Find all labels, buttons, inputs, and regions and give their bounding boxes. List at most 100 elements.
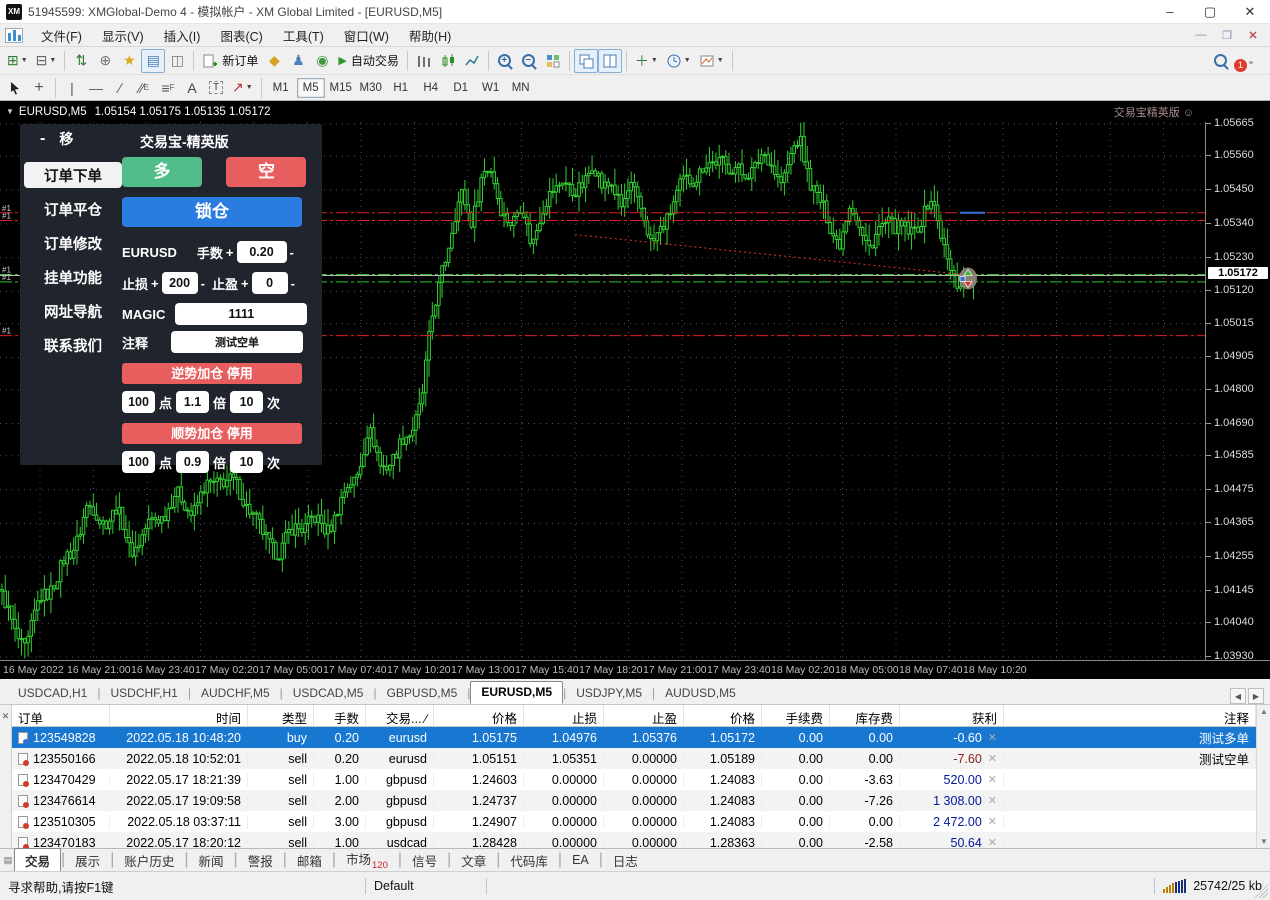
panel-menu-5[interactable]: 联系我们 [24, 332, 122, 358]
terminal-close-button[interactable]: ✕ [0, 705, 11, 722]
status-profile[interactable]: Default [366, 876, 486, 896]
lots-minus-button[interactable]: - [287, 245, 297, 260]
order-row[interactable]: 1234766142022.05.17 19:09:58sell2.00gbpu… [12, 790, 1256, 811]
trendline-button[interactable]: ∕ [108, 76, 132, 100]
timeframe-m15[interactable]: M15 [327, 78, 355, 98]
chart-minimize-button[interactable]: — [1188, 26, 1214, 44]
timeframe-m30[interactable]: M30 [357, 78, 385, 98]
chart-area[interactable]: ▼ EURUSD,M5 1.05154 1.05175 1.05135 1.05… [0, 101, 1270, 679]
order-row[interactable]: 1234701832022.05.17 18:20:12sell1.00usdc… [12, 832, 1256, 848]
arrange-button[interactable] [598, 49, 622, 73]
panel-menu-3[interactable]: 挂单功能 [24, 264, 122, 290]
terminal-scrollbar[interactable]: ▲ ▼ [1256, 705, 1270, 848]
hline-button[interactable]: — [84, 76, 108, 100]
vline-button[interactable]: | [60, 76, 84, 100]
close-order-icon[interactable]: ✕ [988, 731, 997, 744]
chart-tab-audusd-m5[interactable]: AUDUSD,M5 [655, 683, 746, 704]
timeframe-m5[interactable]: M5 [297, 78, 325, 98]
periods-button[interactable]: ▼ [662, 49, 695, 73]
column-header-10[interactable]: 库存费 [830, 705, 900, 726]
sl-input[interactable] [162, 272, 198, 294]
panel-menu-0[interactable]: 订单下单 [24, 162, 122, 188]
terminal-tab-8[interactable]: 文章 [451, 849, 496, 872]
close-order-icon[interactable]: ✕ [988, 773, 997, 786]
buy-button[interactable]: 多 [122, 157, 202, 187]
terminal-tab-1[interactable]: 展示 [65, 849, 110, 872]
resize-grip[interactable] [1254, 884, 1268, 898]
column-header-3[interactable]: 手数 [314, 705, 366, 726]
channel-button[interactable]: ∕∕E [132, 76, 156, 100]
column-header-11[interactable]: 获利 [900, 705, 1004, 726]
crosshair-mode-button[interactable]: ⊕ [93, 49, 117, 73]
column-header-0[interactable]: 订单 [12, 705, 110, 726]
order-row[interactable]: 1235501662022.05.18 10:52:01sell0.20euru… [12, 748, 1256, 769]
column-header-5[interactable]: 价格 [434, 705, 524, 726]
lots-input[interactable] [237, 241, 287, 263]
column-header-2[interactable]: 类型 [248, 705, 314, 726]
sl-minus-button[interactable]: - [198, 276, 208, 291]
trend-follow-toggle-button[interactable]: 顺势加仓 停用 [122, 423, 302, 444]
new-order-button[interactable]: 新订单 [198, 49, 262, 73]
menu-item-6[interactable]: 帮助(H) [399, 24, 461, 47]
close-order-icon[interactable]: ✕ [988, 794, 997, 807]
tp-minus-button[interactable]: - [288, 276, 298, 291]
chart-close-button[interactable]: ✕ [1240, 26, 1266, 44]
candlestick-button[interactable] [436, 49, 460, 73]
minimize-button[interactable]: – [1150, 1, 1190, 23]
counter-points-input[interactable] [122, 391, 155, 413]
metaeditor-button[interactable]: ◆ [262, 49, 286, 73]
column-header-6[interactable]: 止损 [524, 705, 604, 726]
line-chart-button[interactable] [460, 49, 484, 73]
fibonacci-button[interactable]: ≡F [156, 76, 180, 100]
data-window-button[interactable]: ◫ [165, 49, 189, 73]
new-chart-button[interactable]: ⊞▼ [3, 49, 32, 73]
terminal-tab-2[interactable]: 账户历史 [114, 849, 184, 872]
terminal-tab-5[interactable]: 邮箱 [287, 849, 332, 872]
panel-menu-1[interactable]: 订单平仓 [24, 196, 122, 222]
chevron-down-icon[interactable]: ▼ [6, 107, 14, 116]
chart-tab-gbpusd-m5[interactable]: GBPUSD,M5 [377, 683, 468, 704]
column-header-9[interactable]: 手续费 [762, 705, 830, 726]
autotrade-button[interactable]: ▶自动交易 [334, 49, 402, 73]
scroll-down-icon[interactable]: ▼ [1260, 837, 1268, 846]
chart-tab-usdchf-h1[interactable]: USDCHF,H1 [100, 683, 187, 704]
search-button[interactable] [1208, 49, 1232, 73]
trend-times-input[interactable] [230, 451, 263, 473]
menu-item-0[interactable]: 文件(F) [31, 24, 92, 47]
column-header-12[interactable]: 注释 [1004, 705, 1256, 726]
close-order-icon[interactable]: ✕ [988, 815, 997, 828]
sounds-button[interactable]: ◉ [310, 49, 334, 73]
trend-mult-input[interactable] [176, 451, 209, 473]
zoom-in-button[interactable]: + [493, 49, 517, 73]
chart-restore-button[interactable]: ❐ [1214, 26, 1240, 44]
order-row[interactable]: 1235103052022.05.18 03:37:11sell3.00gbpu… [12, 811, 1256, 832]
counter-times-input[interactable] [230, 391, 263, 413]
close-order-icon[interactable]: ✕ [988, 752, 997, 765]
tab-scroll-right-icon[interactable]: ▶ [1248, 688, 1264, 704]
timeframe-m1[interactable]: M1 [267, 78, 295, 98]
scroll-up-icon[interactable]: ▲ [1260, 707, 1268, 716]
close-order-icon[interactable]: ✕ [988, 836, 997, 848]
close-button[interactable]: ✕ [1230, 1, 1270, 23]
favorites-button[interactable]: ★ [117, 49, 141, 73]
community-button[interactable]: ♟ [286, 49, 310, 73]
label-button[interactable]: T [204, 76, 228, 100]
terminal-tab-6[interactable]: 市场120 [336, 847, 398, 873]
cursor-button[interactable] [3, 76, 27, 100]
panel-menu-2[interactable]: 订单修改 [24, 230, 122, 256]
terminal-tab-7[interactable]: 信号 [402, 849, 447, 872]
terminal-tab-10[interactable]: EA [562, 851, 599, 869]
indicators-button[interactable]: ＋▼ [631, 49, 662, 73]
market-watch-button[interactable]: ⇅ [69, 49, 93, 73]
menu-item-5[interactable]: 窗口(W) [334, 24, 399, 47]
panel-minimize-button[interactable]: - [40, 130, 45, 148]
column-header-4[interactable]: 交易... ∕ [366, 705, 434, 726]
tab-scroll-left-icon[interactable]: ◀ [1230, 688, 1246, 704]
panel-menu-4[interactable]: 网址导航 [24, 298, 122, 324]
order-row[interactable]: 1235498282022.05.18 10:48:20buy0.20eurus… [12, 727, 1256, 748]
counter-mult-input[interactable] [176, 391, 209, 413]
order-row[interactable]: 1234704292022.05.17 18:21:39sell1.00gbpu… [12, 769, 1256, 790]
zoom-out-button[interactable]: − [517, 49, 541, 73]
chart-tab-usdjpy-m5[interactable]: USDJPY,M5 [566, 683, 652, 704]
comment-input[interactable] [171, 331, 303, 353]
